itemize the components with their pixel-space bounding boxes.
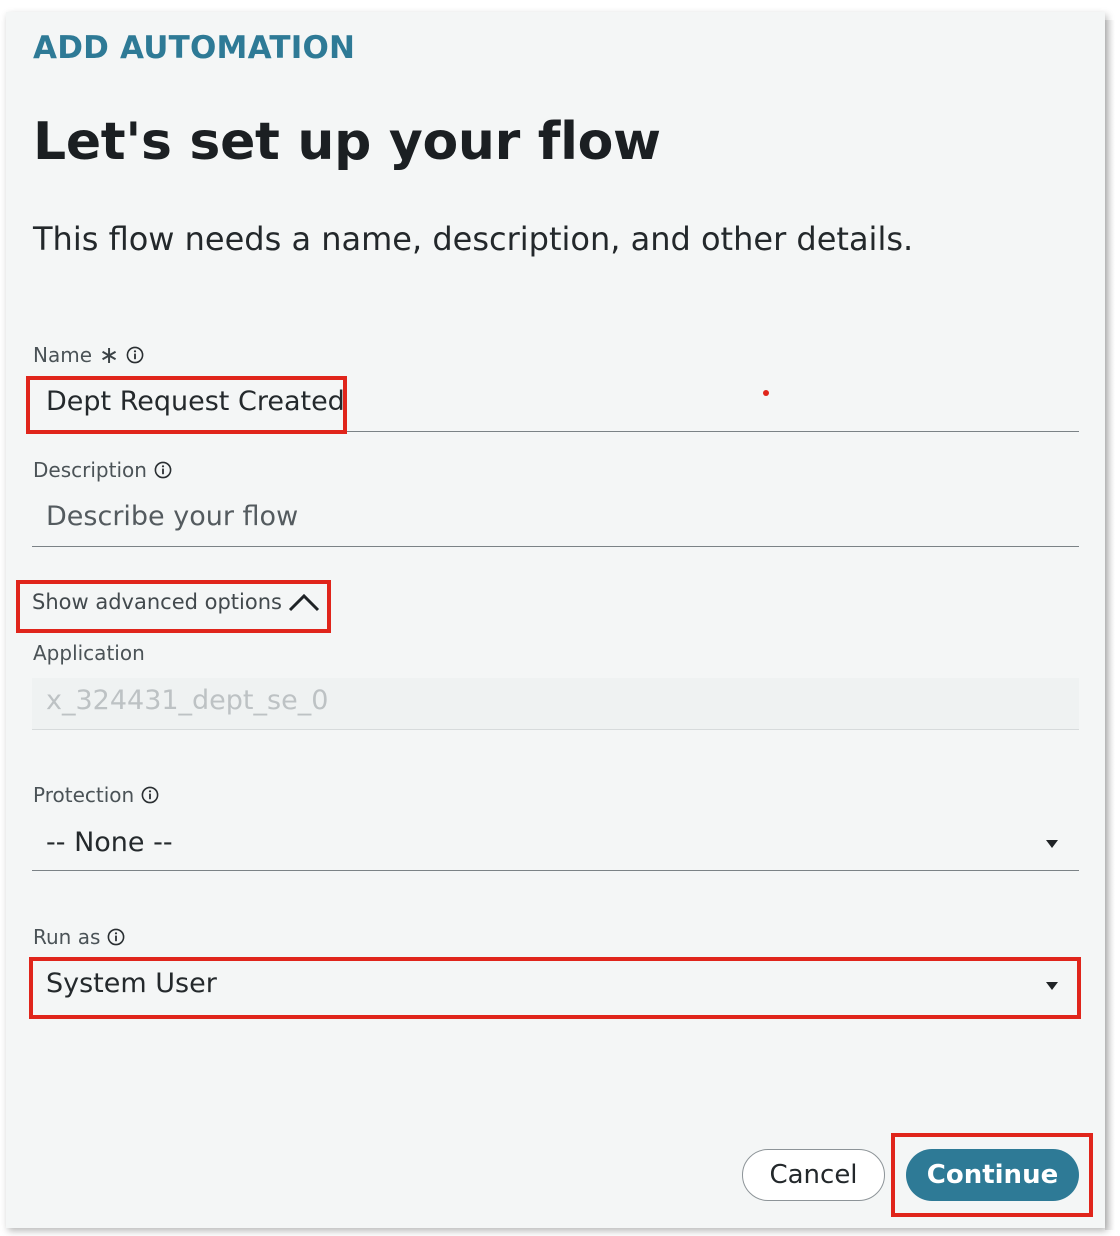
application-field-label: Application xyxy=(33,641,145,665)
info-icon[interactable] xyxy=(154,461,172,479)
name-label-text: Name xyxy=(33,343,93,367)
description-field-label: Description xyxy=(33,458,172,482)
advanced-options-highlight-box xyxy=(16,580,331,633)
description-label-text: Description xyxy=(33,458,147,482)
page-title: Let's set up your flow xyxy=(33,112,661,172)
protection-select-underline xyxy=(32,870,1079,871)
run-as-label-text: Run as xyxy=(33,925,101,949)
modal-shadow xyxy=(1105,20,1115,1230)
required-asterisk-icon: ∗ xyxy=(99,341,120,369)
page-subtitle: This flow needs a name, description, and… xyxy=(33,220,914,258)
description-input[interactable]: Describe your flow xyxy=(46,501,298,532)
chevron-down-icon[interactable] xyxy=(1046,840,1058,848)
info-icon[interactable] xyxy=(141,786,159,804)
run-as-field-label: Run as xyxy=(33,925,125,949)
name-field-label: Name ∗ xyxy=(33,343,144,367)
description-input-underline xyxy=(32,546,1079,547)
protection-select[interactable]: -- None -- xyxy=(46,827,173,858)
application-input: x_324431_dept_se_0 xyxy=(46,685,329,716)
continue-highlight-box xyxy=(891,1133,1093,1217)
cancel-button[interactable]: Cancel xyxy=(742,1149,885,1201)
protection-label-text: Protection xyxy=(33,783,135,807)
name-highlight-box xyxy=(26,376,347,434)
application-label-text: Application xyxy=(33,641,145,665)
red-dot-marker xyxy=(763,390,769,396)
protection-field-label: Protection xyxy=(33,783,159,807)
run-as-highlight-box xyxy=(29,957,1081,1019)
info-icon[interactable] xyxy=(126,346,144,364)
info-icon[interactable] xyxy=(107,928,125,946)
dialog-header-label: ADD AUTOMATION xyxy=(33,30,356,66)
